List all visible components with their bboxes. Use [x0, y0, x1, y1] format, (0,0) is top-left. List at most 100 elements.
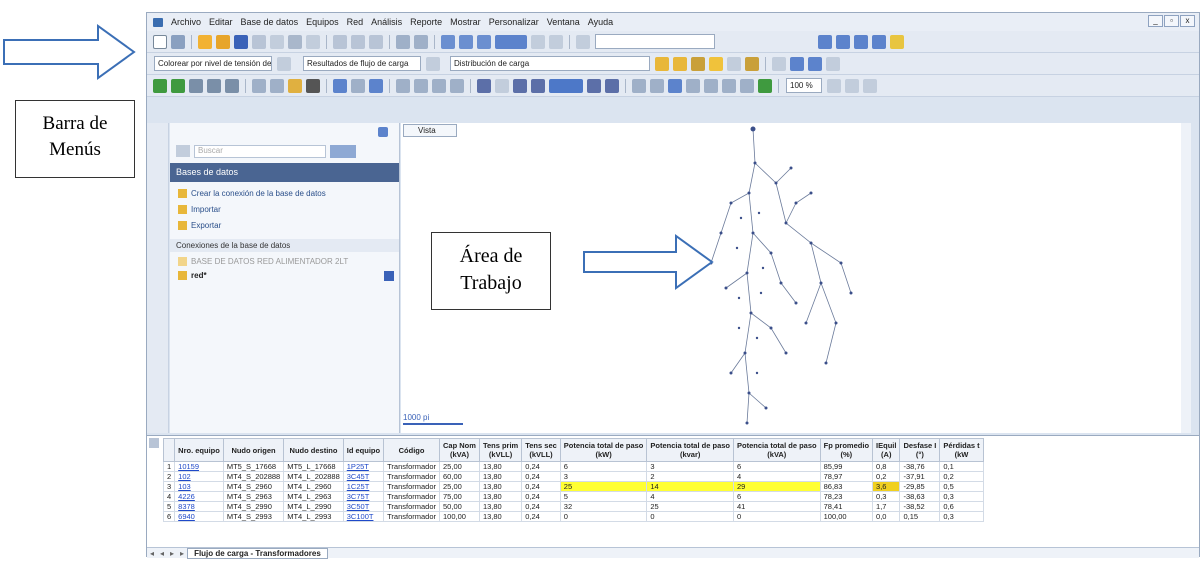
results-select[interactable]: Resultados de flujo de carga — [303, 56, 421, 71]
arrow-left-icon[interactable] — [605, 78, 619, 93]
sheet-tab-flujo[interactable]: Flujo de carga - Transformadores — [187, 547, 328, 559]
column-header[interactable] — [162, 438, 176, 462]
search-input[interactable]: Buscar — [194, 145, 326, 158]
toolbar-combo[interactable] — [595, 34, 715, 49]
tool-m-icon[interactable] — [686, 78, 700, 93]
table-row[interactable]: 1 10159 MT5_S_17668 MT5_L_17668 1P25T Transfo… — [162, 461, 984, 472]
table-row[interactable]: 4 4226 MT4_S_2963 MT4_L_2963 3C75T Transforma… — [162, 491, 984, 502]
run-icon[interactable] — [673, 56, 687, 71]
move-icon[interactable] — [333, 78, 347, 93]
menu-personalizar[interactable]: Personalizar — [485, 17, 543, 27]
print-preview-icon[interactable] — [270, 34, 284, 49]
export-item[interactable]: Exportar — [178, 221, 221, 230]
tool-g-icon[interactable] — [513, 78, 527, 93]
column-header[interactable]: Código — [383, 438, 441, 462]
copy-icon[interactable] — [270, 78, 284, 93]
save-icon[interactable] — [384, 271, 394, 281]
table-cell[interactable]: 6940 — [174, 511, 224, 522]
menu-editar[interactable]: Editar — [205, 17, 237, 27]
menu-ayuda[interactable]: Ayuda — [584, 17, 617, 27]
menu-equipos[interactable]: Equipos — [302, 17, 343, 27]
zoom-select[interactable]: 100 % — [786, 78, 822, 93]
tool-h-icon[interactable] — [531, 78, 545, 93]
node-add-icon[interactable] — [171, 78, 185, 93]
print-icon[interactable] — [252, 34, 266, 49]
column-header[interactable]: Potencia total de paso (kvar) — [646, 438, 734, 462]
folder-icon[interactable] — [216, 34, 230, 49]
next-sheet-button[interactable]: ▸ — [167, 549, 177, 558]
tool-a-icon[interactable] — [396, 78, 410, 93]
select-icon[interactable] — [369, 78, 383, 93]
load-distribution-select[interactable]: Distribución de carga — [450, 56, 650, 71]
warning-icon[interactable] — [709, 56, 723, 71]
table-row[interactable]: 6 6940 MT4_S_2993 MT4_L_2993 3C100T Transform… — [162, 511, 984, 522]
column-header[interactable]: Pérdidas t (kW — [939, 438, 984, 462]
report-icon[interactable] — [727, 56, 741, 71]
menu-mostrar[interactable]: Mostrar — [446, 17, 485, 27]
tool-i-icon[interactable] — [549, 78, 583, 93]
page-icon[interactable] — [845, 78, 859, 93]
column-header[interactable]: Id equipo — [342, 438, 385, 462]
export-icon[interactable] — [306, 34, 320, 49]
zoom-out-icon[interactable] — [459, 34, 473, 49]
column-header[interactable]: Desfase I (°) — [899, 438, 941, 462]
column-header[interactable]: Nudo destino — [283, 438, 344, 462]
table-cell[interactable]: 3C50T — [342, 501, 385, 512]
menu-red[interactable]: Red — [343, 17, 368, 27]
restore-button[interactable]: ▫ — [1164, 15, 1179, 27]
s-icon[interactable] — [772, 56, 786, 71]
table-row[interactable]: 3 103 MT4_S_2960 MT4_L_2960 1C25T Transformad… — [162, 481, 984, 492]
cut-icon[interactable] — [252, 78, 266, 93]
line-icon[interactable] — [207, 78, 221, 93]
save-icon[interactable] — [234, 34, 248, 49]
lightning-icon[interactable] — [655, 56, 669, 71]
close-button[interactable]: x — [1180, 15, 1195, 27]
table-cell[interactable]: 8378 — [174, 501, 224, 512]
delete-icon[interactable] — [306, 78, 320, 93]
column-header[interactable]: Tens prim (kVLL) — [478, 438, 523, 462]
print-setup-icon[interactable] — [288, 34, 302, 49]
tool-f-icon[interactable] — [495, 78, 509, 93]
table-row[interactable]: 5 8378 MT4_S_2990 MT4_L_2990 3C50T Transforma… — [162, 501, 984, 512]
column-header[interactable]: Nro. equipo — [174, 438, 224, 462]
tool-c-icon[interactable] — [432, 78, 446, 93]
table-cell[interactable]: 3C100T — [342, 511, 385, 522]
table-cell[interactable]: 103 — [174, 481, 224, 492]
zoom-extent-icon[interactable] — [477, 34, 491, 49]
arrow-right-icon[interactable] — [587, 78, 601, 93]
first-sheet-button[interactable]: ◂ — [147, 549, 157, 558]
grid-icon[interactable] — [171, 34, 185, 49]
layout-icon[interactable] — [495, 34, 527, 49]
search-map-icon[interactable] — [854, 34, 868, 49]
section-icon[interactable] — [189, 78, 203, 93]
window-icon[interactable] — [531, 34, 545, 49]
work-vscrollbar[interactable] — [1181, 123, 1191, 433]
table-view-icon[interactable] — [826, 56, 840, 71]
menu-archivo[interactable]: Archivo — [167, 17, 205, 27]
open-folder-icon[interactable] — [198, 34, 212, 49]
undo-icon[interactable] — [396, 34, 410, 49]
bus-icon[interactable] — [225, 78, 239, 93]
chart-icon[interactable] — [691, 56, 705, 71]
node-icon[interactable] — [153, 78, 167, 93]
pencil-icon[interactable] — [890, 34, 904, 49]
tool-q-icon[interactable] — [758, 78, 772, 93]
pan-icon[interactable] — [872, 34, 886, 49]
grid-corner-icon[interactable] — [149, 438, 159, 448]
paste-icon[interactable] — [288, 78, 302, 93]
tool-o-icon[interactable] — [722, 78, 736, 93]
column-header[interactable]: Potencia total de paso (kW) — [559, 438, 648, 462]
np-icon[interactable] — [790, 56, 804, 71]
column-header[interactable]: Nudo origen — [222, 438, 285, 462]
column-header[interactable]: Potencia total de paso (kVA) — [733, 438, 821, 462]
page-icon[interactable] — [827, 78, 841, 93]
redo-icon[interactable] — [414, 34, 428, 49]
tool-p-icon[interactable] — [740, 78, 754, 93]
tool-d-icon[interactable] — [450, 78, 464, 93]
menu-ventana[interactable]: Ventana — [543, 17, 584, 27]
grid-view-icon[interactable] — [808, 56, 822, 71]
new-icon[interactable] — [153, 34, 167, 49]
view-icon[interactable] — [818, 34, 832, 49]
net-item[interactable]: red* — [178, 271, 207, 280]
menu-analisis[interactable]: Análisis — [367, 17, 406, 27]
